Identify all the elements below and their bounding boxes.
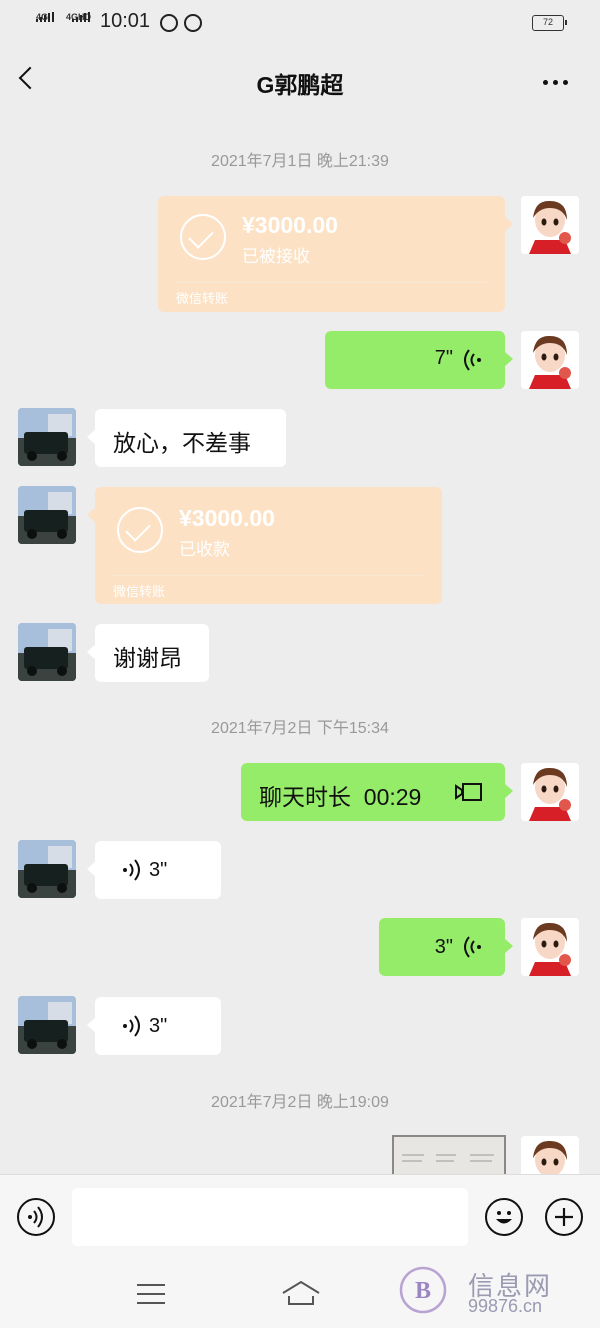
qq-notification-icon [184,14,202,32]
transfer-amount: ¥3000.00 [242,212,338,238]
voice-duration: 3" [149,859,168,881]
more-functions-button[interactable] [545,1198,583,1236]
video-call-record[interactable]: 聊天时长 00:29 [241,763,513,821]
avatar-contact[interactable] [18,840,76,898]
voice-icon [28,1206,43,1228]
text-message[interactable]: 放心，不差事 [87,409,286,467]
voice-wave-icon [464,936,481,958]
more-options-icon[interactable] [543,80,573,85]
timestamp: 2021年7月1日 晚上21:39 [211,153,389,170]
avatar-self[interactable] [521,196,579,254]
watermark-logo-icon: B [399,1266,447,1314]
transfer-amount: ¥3000.00 [179,505,275,531]
avatar-contact[interactable] [18,486,76,544]
avatar-contact[interactable] [18,408,76,466]
voice-duration: 3" [434,936,453,958]
voice-duration: 7" [434,347,453,369]
video-call-icon [455,783,482,801]
menu-icon[interactable] [137,1284,165,1311]
transfer-status: 已收款 [179,540,230,559]
transfer-card[interactable]: ¥3000.00 已被接收 微信转账 [158,196,513,312]
text-message[interactable]: 谢谢昂 [87,624,209,682]
watermark-url: 99876.cn [468,1296,543,1316]
input-bar [0,1174,600,1261]
avatar-contact[interactable] [18,623,76,681]
transfer-card[interactable]: ¥3000.00 已收款 微信转账 [87,487,442,604]
smiley-icon [496,1211,512,1224]
transfer-status: 已被接收 [242,247,310,266]
avatar-self[interactable] [521,331,579,389]
avatar-contact[interactable] [18,996,76,1054]
voice-message[interactable]: 3" [87,841,221,899]
timestamp: 2021年7月2日 下午15:34 [211,720,389,737]
avatar-self[interactable] [521,1136,579,1174]
voice-message[interactable]: 3" [87,997,221,1055]
transfer-footer: 微信转账 [113,584,166,599]
timestamp: 2021年7月2日 晚上19:09 [211,1094,389,1111]
transfer-footer: 微信转账 [176,291,229,306]
voice-input-button[interactable] [17,1198,55,1236]
home-icon[interactable] [281,1280,321,1306]
status-bar: 4G 4GHD 10:01 72 [0,0,600,46]
wechat-notification-icon [160,14,178,32]
check-icon [180,214,226,260]
message-input[interactable] [72,1188,468,1246]
voice-wave-icon [123,1015,140,1037]
plus-icon [555,1208,573,1226]
voice-duration: 3" [149,1015,168,1037]
battery-icon: 72 [532,15,567,31]
check-icon [117,507,163,553]
image-message[interactable] [392,1135,506,1174]
voice-message[interactable]: 7" [325,331,513,389]
watermark: B 信息网 99876.cn [398,1260,598,1320]
emoji-button[interactable] [485,1198,523,1236]
voice-message[interactable]: 3" [379,918,513,976]
avatar-self[interactable] [521,918,579,976]
clock: 10:01 [100,10,151,32]
avatar-self[interactable] [521,763,579,821]
svg-text:B: B [415,1278,431,1304]
call-duration: 聊天时长 00:29 [259,784,422,810]
voice-wave-icon [123,859,140,881]
divider [176,282,487,283]
chat-title: G郭鹏超 [256,72,344,98]
voice-wave-icon [464,349,481,371]
divider [113,575,424,576]
